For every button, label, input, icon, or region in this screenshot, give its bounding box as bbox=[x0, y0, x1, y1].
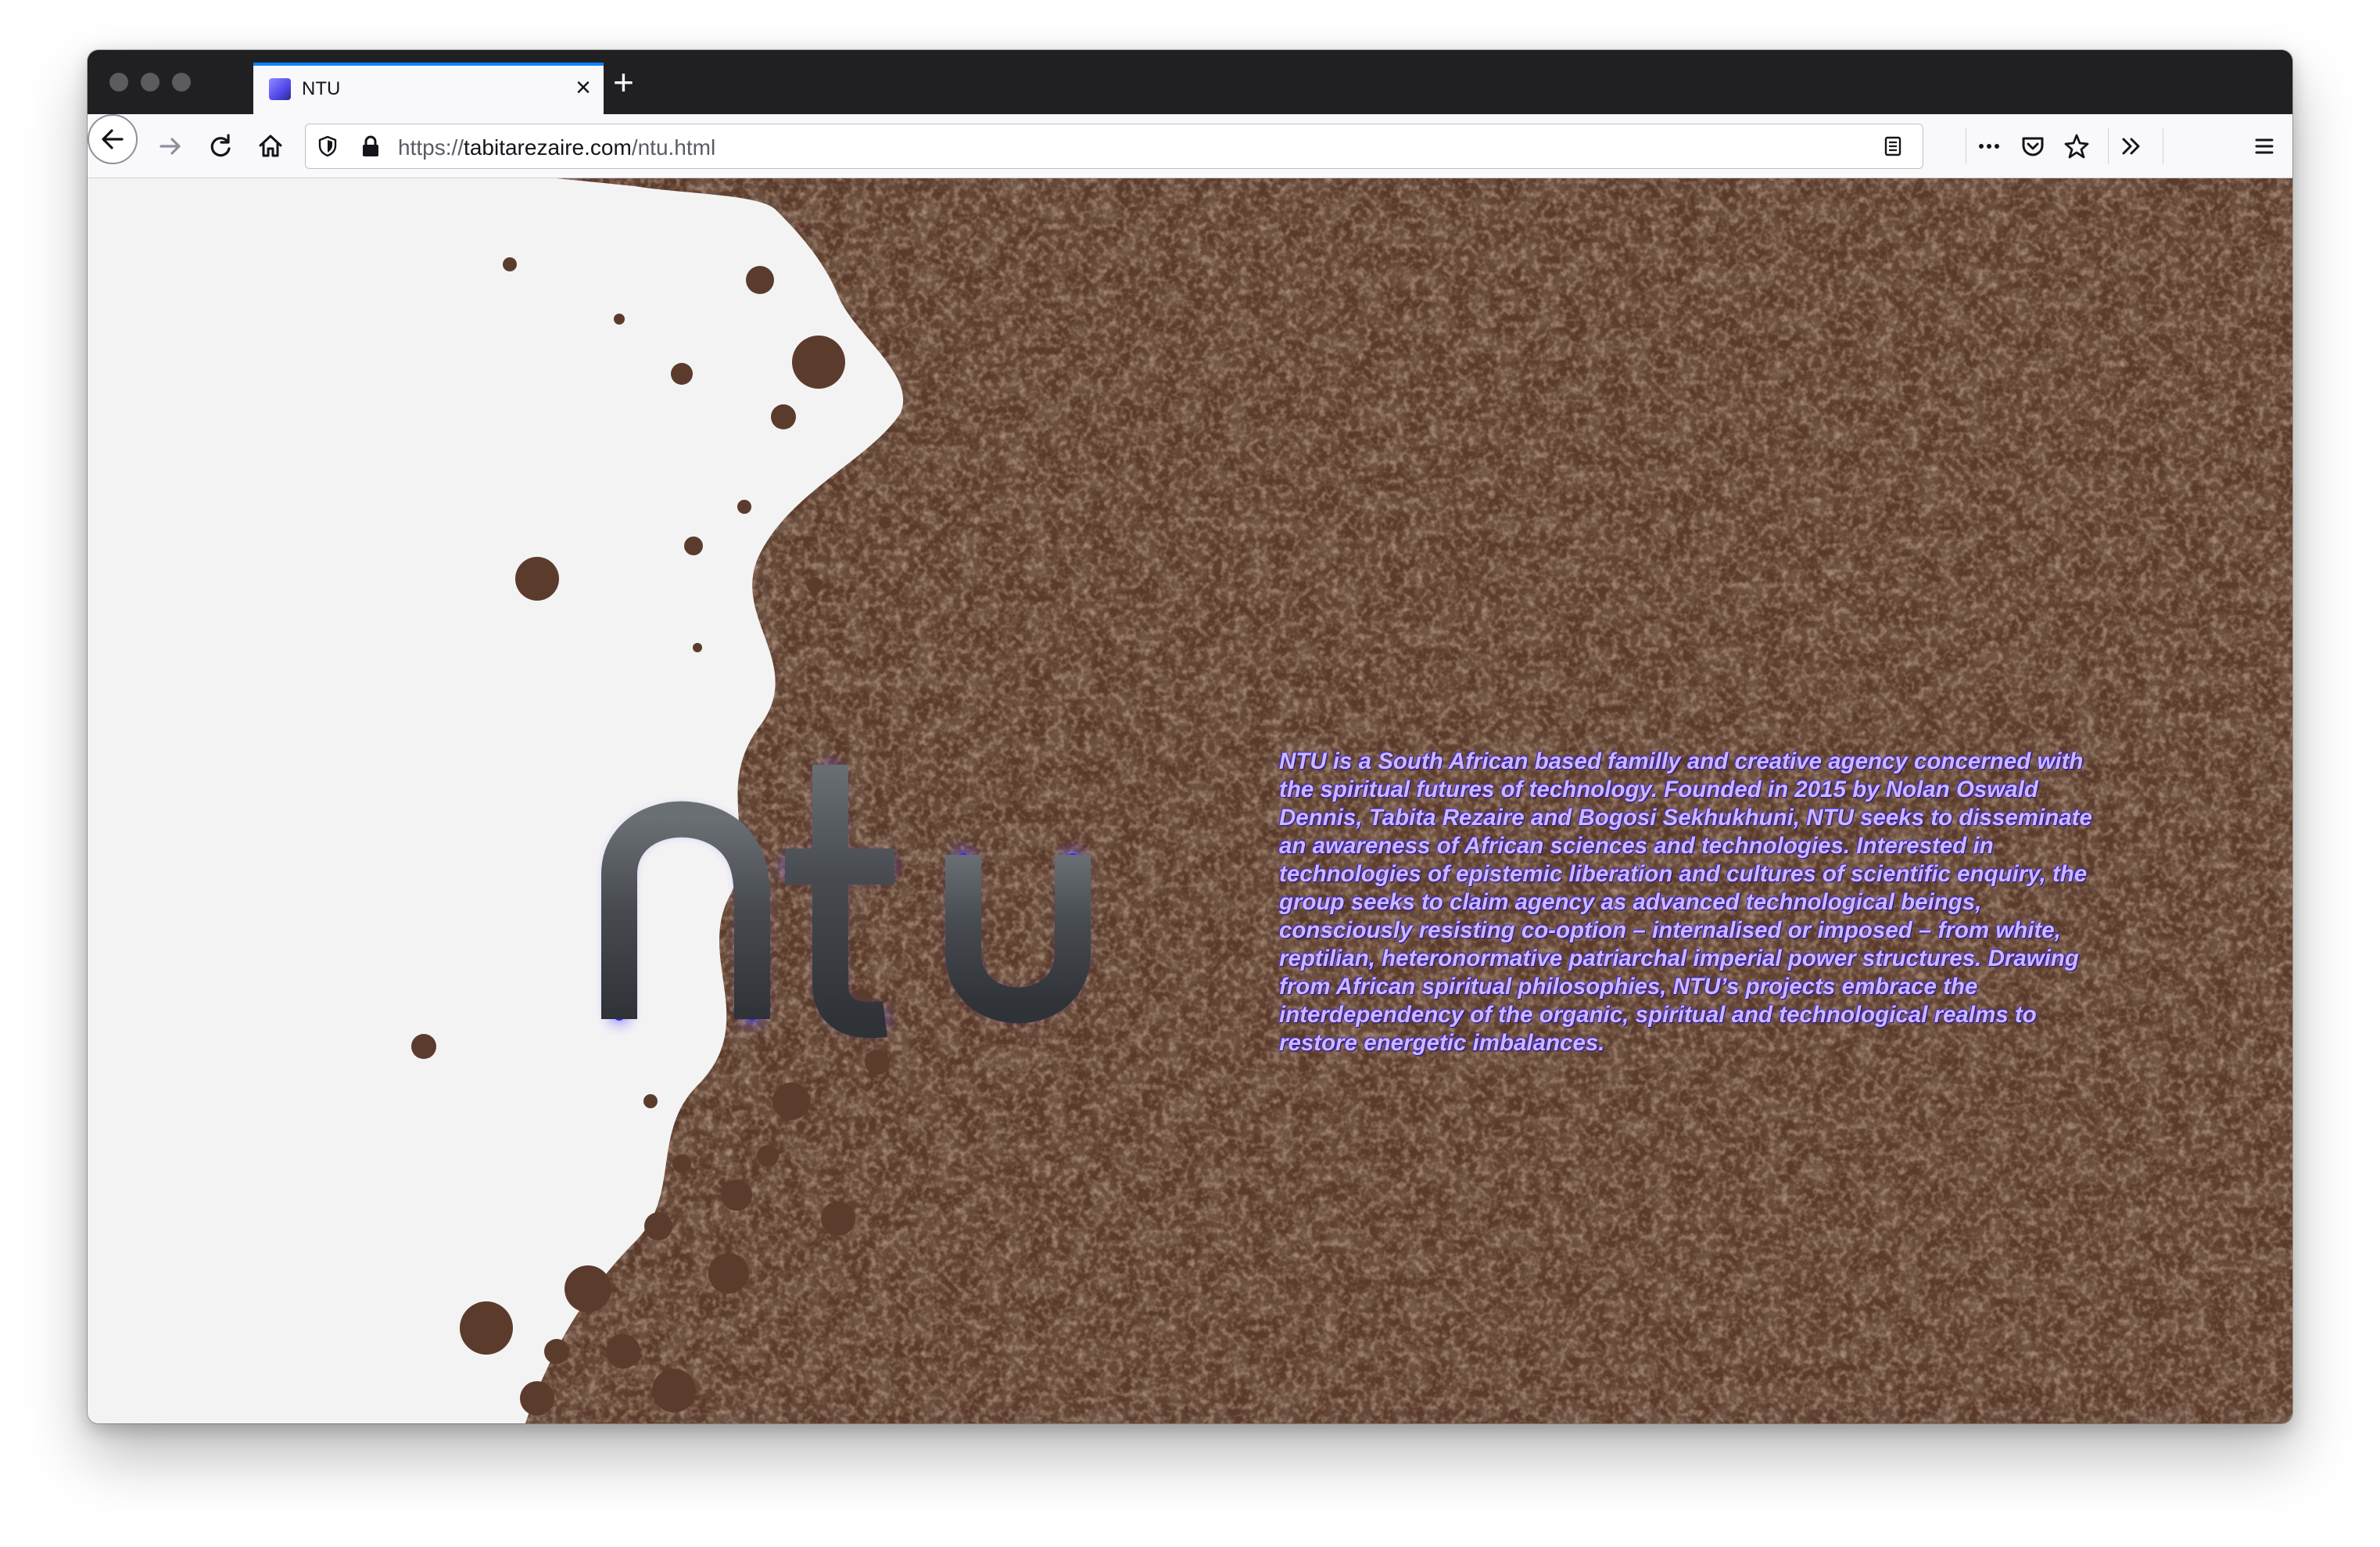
favicon-icon bbox=[269, 78, 291, 100]
browser-window: NTU × + https://tabitarezaire.com/ntu.ht… bbox=[88, 50, 2292, 1423]
overflow-chevron-icon bbox=[2122, 138, 2140, 155]
tab-ntu[interactable]: NTU × bbox=[253, 63, 604, 114]
url-host: tabitarezaire.com bbox=[464, 135, 632, 160]
reload-icon bbox=[210, 134, 231, 157]
lock-icon[interactable] bbox=[359, 134, 382, 159]
tab-strip: NTU × + bbox=[88, 50, 2292, 114]
page-actions-button[interactable] bbox=[1967, 124, 2011, 168]
close-icon[interactable]: × bbox=[575, 74, 591, 102]
pocket-button[interactable] bbox=[2011, 124, 2055, 168]
overflow-button[interactable] bbox=[2109, 124, 2153, 168]
hamburger-menu-icon bbox=[2255, 138, 2274, 154]
more-icon bbox=[1979, 144, 1999, 149]
ntu-logo: ntu bbox=[601, 765, 1091, 1068]
reader-view-icon[interactable] bbox=[1880, 134, 1905, 159]
nav-toolbar: https://tabitarezaire.com/ntu.html bbox=[88, 114, 2292, 178]
bookmark-button[interactable] bbox=[2055, 124, 2099, 168]
back-button[interactable] bbox=[88, 114, 138, 164]
url-text[interactable]: https://tabitarezaire.com/ntu.html bbox=[398, 136, 715, 160]
bookmark-star-icon bbox=[2064, 134, 2089, 159]
logo-text: ntu bbox=[872, 1060, 883, 1068]
pocket-icon bbox=[2022, 137, 2044, 156]
ntu-description: NTU is a South African based familly and… bbox=[1279, 748, 2092, 1056]
home-button[interactable] bbox=[249, 124, 292, 168]
reload-button[interactable] bbox=[199, 124, 242, 168]
tab-title: NTU bbox=[302, 78, 341, 99]
forward-arrow-icon bbox=[160, 138, 181, 155]
shield-icon[interactable] bbox=[315, 134, 340, 159]
window-close-dot[interactable] bbox=[109, 73, 128, 92]
forward-button[interactable] bbox=[149, 124, 192, 168]
back-arrow-icon bbox=[102, 129, 124, 149]
window-zoom-dot[interactable] bbox=[172, 73, 191, 92]
url-path: /ntu.html bbox=[631, 135, 716, 160]
url-bar[interactable]: https://tabitarezaire.com/ntu.html bbox=[305, 124, 1923, 169]
app-menu-button[interactable] bbox=[2242, 124, 2286, 168]
home-icon bbox=[259, 135, 282, 157]
window-minimize-dot[interactable] bbox=[141, 73, 160, 92]
toolbar-separator bbox=[2108, 128, 2109, 164]
plus-icon[interactable]: + bbox=[613, 64, 634, 100]
url-scheme: https:// bbox=[398, 135, 464, 160]
page-content: ntu NTU is a South African based familly… bbox=[88, 178, 2292, 1423]
